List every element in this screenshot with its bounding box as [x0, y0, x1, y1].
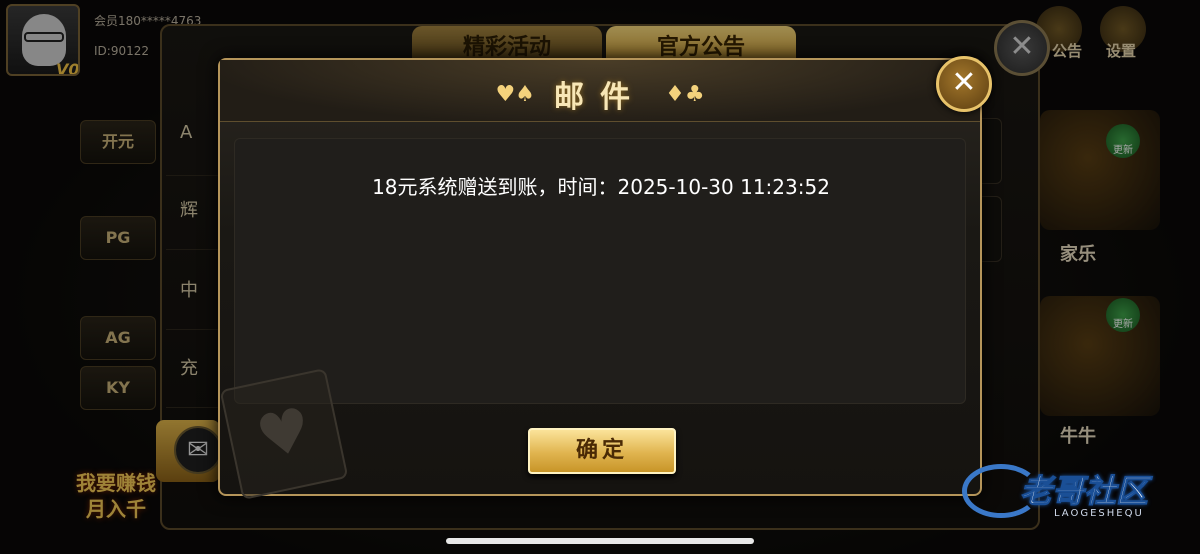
home-indicator[interactable]	[446, 538, 754, 544]
heart-spade-icon: ♥♠	[495, 81, 535, 107]
watermark-logo: 老哥社区 LAOGESHEQU	[962, 460, 1184, 532]
watermark-subtext: LAOGESHEQU	[1054, 508, 1144, 519]
dialog-header: ♥♠ 邮件 ♦♣	[220, 60, 980, 122]
mail-body: 18元系统赠送到账，时间：2025-10-30 11:23:52	[234, 138, 966, 404]
mail-dialog: ♥♠ 邮件 ♦♣ ✕ 18元系统赠送到账，时间：2025-10-30 11:23…	[218, 56, 992, 501]
close-button[interactable]: ✕	[936, 56, 992, 112]
confirm-button[interactable]: 确定	[528, 428, 676, 474]
dialog-title-wrap: ♥♠ 邮件 ♦♣	[220, 72, 980, 116]
playing-card-icon: ♥	[219, 367, 349, 501]
watermark-text: 老哥社区	[1019, 472, 1149, 511]
diamond-club-icon: ♦♣	[665, 81, 705, 107]
mail-message: 18元系统赠送到账，时间：2025-10-30 11:23:52	[372, 175, 830, 199]
dialog-title: 邮件	[554, 80, 646, 115]
